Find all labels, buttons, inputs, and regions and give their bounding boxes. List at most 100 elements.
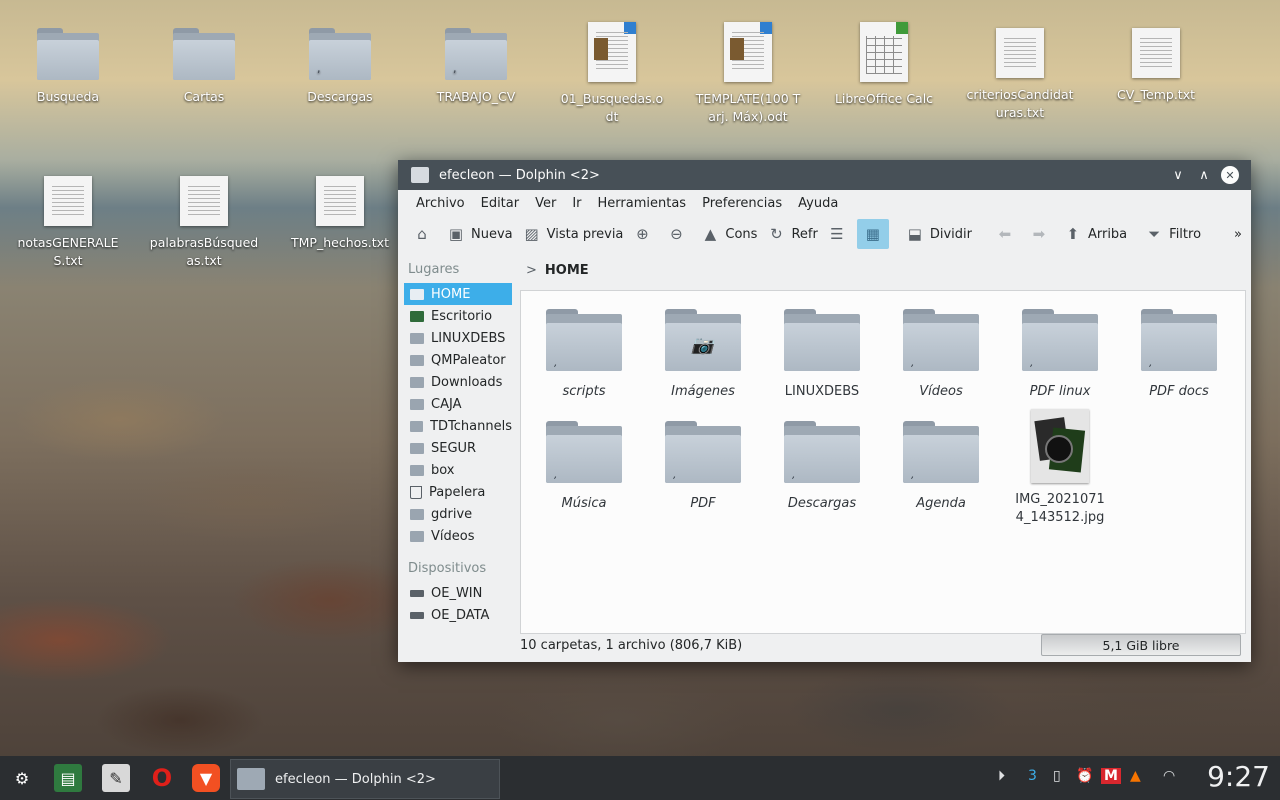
sidebar-item-videos[interactable]: Vídeos bbox=[404, 525, 512, 547]
dolphin-app-icon[interactable] bbox=[411, 167, 429, 183]
preview-button[interactable]: ▨ Vista previa bbox=[518, 219, 629, 249]
file-item-musica[interactable]: , Música bbox=[529, 421, 639, 513]
back-button[interactable]: ⬅ bbox=[991, 219, 1025, 249]
preview-button-label: Vista previa bbox=[546, 226, 624, 242]
file-item-pdf[interactable]: , PDF bbox=[648, 421, 758, 513]
menu-editar[interactable]: Editar bbox=[473, 196, 528, 211]
file-item-imagenes[interactable]: 📷 Imágenes bbox=[648, 309, 758, 401]
home-button[interactable]: ⌂ bbox=[408, 219, 442, 249]
desktop-icon-label: TMP_hechos.txt bbox=[291, 235, 389, 250]
sidebar-item-label: gdrive bbox=[431, 506, 473, 522]
terminal-button[interactable]: ▲ Cons bbox=[696, 219, 762, 249]
desktop-icon-cartas[interactable]: Cartas bbox=[149, 28, 259, 106]
sidebar-item-caja[interactable]: CAJA bbox=[404, 393, 512, 415]
menu-ir[interactable]: Ir bbox=[564, 196, 589, 211]
menu-bar: Archivo Editar Ver Ir Herramientas Prefe… bbox=[398, 190, 1251, 216]
devices-header: Dispositivos bbox=[408, 561, 487, 576]
text-editor-icon[interactable]: ✎ bbox=[102, 764, 130, 792]
application-launcher-icon[interactable]: ⚙ bbox=[8, 764, 36, 792]
desktop-icon-busqueda[interactable]: Busqueda bbox=[13, 28, 123, 106]
reload-button[interactable]: ↻ Refr bbox=[762, 219, 822, 249]
window-titlebar[interactable]: efecleon — Dolphin <2> ∨ ∧ ✕ bbox=[398, 160, 1251, 190]
sidebar-item-escritorio[interactable]: Escritorio bbox=[404, 305, 512, 327]
desktop-icon-trabajo-cv[interactable]: , TRABAJO_CV bbox=[421, 28, 531, 106]
new-button[interactable]: ▣ Nueva bbox=[442, 219, 518, 249]
file-item-linuxdebs[interactable]: LINUXDEBS bbox=[767, 309, 877, 401]
sidebar-item-segur[interactable]: SEGUR bbox=[404, 437, 512, 459]
network-wifi-icon[interactable]: ◠ bbox=[1163, 768, 1175, 784]
details-view-button[interactable]: ☰ bbox=[823, 219, 857, 249]
file-item-img-jpg[interactable]: IMG_20210714_143512.jpg bbox=[1005, 409, 1115, 527]
zoom-out-button[interactable]: ⊖ bbox=[662, 219, 696, 249]
sidebar-item-papelera[interactable]: Papelera bbox=[404, 481, 512, 503]
desktop-icon-label: TEMPLATE(100 Tarj. Máx).odt bbox=[695, 91, 801, 124]
sidebar-item-box[interactable]: box bbox=[404, 459, 512, 481]
desktop-icon-template[interactable]: TEMPLATE(100 Tarj. Máx).odt bbox=[693, 22, 803, 126]
file-item-label: PDF bbox=[690, 496, 716, 511]
sidebar-item-linuxdebs[interactable]: LINUXDEBS bbox=[404, 327, 512, 349]
minimize-button[interactable]: ∨ bbox=[1169, 166, 1187, 184]
desktop-icon-label: Busqueda bbox=[36, 89, 100, 104]
breadcrumb[interactable]: > HOME bbox=[520, 256, 1245, 284]
desktop-icon-criterios[interactable]: criteriosCandidaturas.txt bbox=[965, 28, 1075, 122]
tray-number-icon[interactable]: 3 bbox=[1028, 768, 1037, 784]
menu-ver[interactable]: Ver bbox=[527, 196, 564, 211]
file-item-label: Música bbox=[561, 496, 607, 511]
desktop-icon-label: notasGENERALES.txt bbox=[17, 235, 119, 268]
taskbar-task-dolphin[interactable]: efecleon — Dolphin <2> bbox=[230, 759, 500, 799]
file-item-pdf-linux[interactable]: , PDF linux bbox=[1005, 309, 1115, 401]
close-button[interactable]: ✕ bbox=[1221, 166, 1239, 184]
toolbar-overflow-button[interactable]: » bbox=[1229, 219, 1247, 249]
free-space-indicator[interactable]: 5,1 GiB libre bbox=[1041, 634, 1241, 656]
zoom-in-button[interactable]: ⊕ bbox=[628, 219, 662, 249]
file-item-videos[interactable]: , Vídeos bbox=[886, 309, 996, 401]
icons-view-button[interactable]: ▦ bbox=[856, 219, 889, 249]
file-item-agenda[interactable]: , Agenda bbox=[886, 421, 996, 513]
menu-archivo[interactable]: Archivo bbox=[408, 196, 473, 211]
sidebar-item-home[interactable]: HOME bbox=[404, 283, 512, 305]
brave-browser-icon[interactable]: ▼ bbox=[192, 764, 220, 792]
sidebar-item-downloads[interactable]: Downloads bbox=[404, 371, 512, 393]
folder-link-icon: , bbox=[546, 421, 622, 483]
file-item-label: LINUXDEBS bbox=[784, 384, 860, 399]
sidebar-item-qmpaleator[interactable]: QMPaleator bbox=[404, 349, 512, 371]
file-item-scripts[interactable]: , scripts bbox=[529, 309, 639, 401]
desktop-icon-01-busquedas[interactable]: 01_Busquedas.odt bbox=[557, 22, 667, 126]
file-item-pdf-docs[interactable]: , PDF docs bbox=[1124, 309, 1234, 401]
filter-button[interactable]: ⏷ Filtro bbox=[1140, 219, 1206, 249]
sidebar-item-oe-win[interactable]: OE_WIN bbox=[404, 582, 512, 604]
desktop-icon-label: CV_Temp.txt bbox=[1116, 87, 1195, 102]
opera-browser-icon[interactable]: O bbox=[148, 764, 176, 792]
expand-tray-icon[interactable]: ▲ bbox=[1130, 768, 1141, 784]
breadcrumb-home[interactable]: HOME bbox=[545, 263, 589, 278]
desktop-icon-palabras-busquedas[interactable]: palabrasBúsquedas.txt bbox=[149, 176, 259, 270]
split-button[interactable]: ⬓ Dividir bbox=[901, 219, 977, 249]
phone-connect-icon[interactable]: ▯ bbox=[1053, 768, 1061, 784]
forward-button[interactable]: ➡ bbox=[1025, 219, 1059, 249]
media-player-icon[interactable]: ⏵ bbox=[998, 768, 1005, 784]
file-item-descargas[interactable]: , Descargas bbox=[767, 421, 877, 513]
menu-ayuda[interactable]: Ayuda bbox=[790, 196, 846, 211]
desktop-icon-descargas[interactable]: , Descargas bbox=[285, 28, 395, 106]
system-monitor-icon[interactable]: ▤ bbox=[54, 764, 82, 792]
desktop-icon-label: criteriosCandidaturas.txt bbox=[966, 87, 1074, 120]
alarm-clock-icon[interactable]: ⏰ bbox=[1076, 768, 1093, 784]
file-view[interactable]: , scripts 📷 Imágenes LINUXDEBS , Vídeos … bbox=[520, 290, 1246, 634]
spreadsheet-icon bbox=[860, 22, 908, 82]
up-button[interactable]: ⬆ Arriba bbox=[1059, 219, 1132, 249]
desktop-icon-tmp-hechos[interactable]: TMP_hechos.txt bbox=[285, 176, 395, 252]
desktop-icon-libreoffice-calc[interactable]: LibreOffice Calc bbox=[829, 22, 939, 108]
mega-sync-icon[interactable]: M bbox=[1101, 768, 1121, 784]
desktop-icon-notas-generales[interactable]: notasGENERALES.txt bbox=[13, 176, 123, 270]
sidebar-item-tdtchannels[interactable]: TDTchannels bbox=[404, 415, 512, 437]
clock[interactable]: 9:27 bbox=[1207, 760, 1270, 793]
desktop-icon-cv-temp[interactable]: CV_Temp.txt bbox=[1101, 28, 1211, 104]
menu-preferencias[interactable]: Preferencias bbox=[694, 196, 790, 211]
sidebar-item-gdrive[interactable]: gdrive bbox=[404, 503, 512, 525]
pictures-folder-icon: 📷 bbox=[665, 309, 741, 371]
sidebar-item-oe-data[interactable]: OE_DATA bbox=[404, 604, 512, 626]
folder-link-icon: , bbox=[1022, 309, 1098, 371]
maximize-button[interactable]: ∧ bbox=[1195, 166, 1213, 184]
menu-herramientas[interactable]: Herramientas bbox=[590, 196, 695, 211]
image-thumbnail-icon bbox=[1031, 409, 1089, 483]
